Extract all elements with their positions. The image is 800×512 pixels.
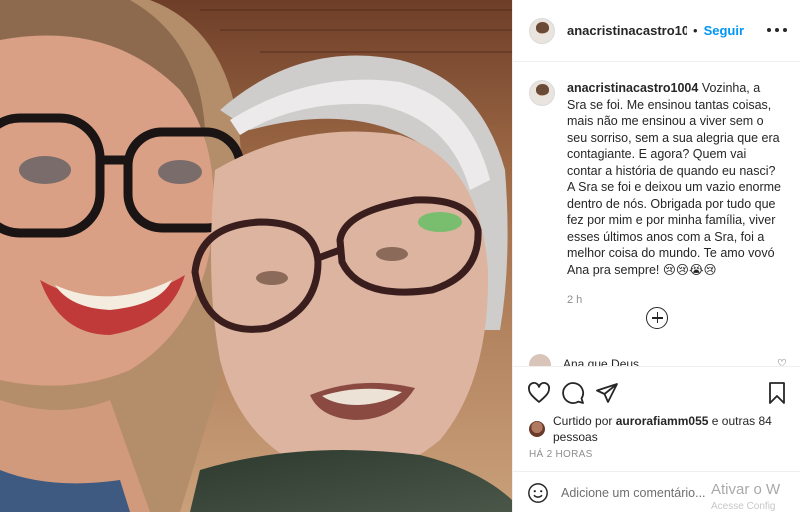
comment-input[interactable]	[561, 485, 711, 500]
caption-timestamp: 2 h	[567, 294, 583, 306]
post-sidebar: anacristinacastro1004 • Seguir anacristi…	[512, 0, 800, 512]
post-photo[interactable]	[0, 0, 512, 512]
paper-plane-icon[interactable]	[595, 381, 619, 405]
author-avatar[interactable]	[529, 17, 555, 44]
bookmark-icon[interactable]	[765, 381, 789, 405]
post-header: anacristinacastro1004 • Seguir	[513, 0, 800, 62]
comment-heart-icon[interactable]: ♡	[777, 354, 789, 366]
activation-watermark: Ativar o W	[711, 481, 781, 498]
plus-circle-icon[interactable]	[646, 307, 668, 329]
comments-section[interactable]: anacristinacastro1004 Vozinha, a Sra se …	[513, 62, 800, 362]
comment-icon[interactable]	[561, 381, 585, 405]
caption-body: anacristinacastro1004 Vozinha, a Sra se …	[567, 80, 783, 309]
post-date: HÁ 2 HORAS	[529, 449, 593, 460]
liker-avatar[interactable]	[529, 421, 545, 437]
author-username[interactable]: anacristinacastro1004	[567, 23, 687, 38]
selfie-illustration	[0, 0, 512, 512]
post-actions: Curtido por aurorafiamm055 e outras 84 p…	[513, 366, 800, 512]
partial-comment: Ana que Deus ♡	[529, 354, 789, 366]
partial-comment-text: Ana que Deus	[563, 357, 640, 366]
likes-prefix: Curtido por	[553, 414, 616, 428]
more-options-icon[interactable]	[767, 22, 787, 38]
likes-summary[interactable]: Curtido por aurorafiamm055 e outras 84 p…	[529, 413, 773, 445]
likes-text: Curtido por aurorafiamm055 e outras 84 p…	[553, 413, 773, 445]
caption-avatar[interactable]	[529, 80, 555, 106]
post-caption: anacristinacastro1004 Vozinha, a Sra se …	[529, 80, 787, 309]
caption-text: Vozinha, a Sra se foi. Me ensinou tantas…	[567, 81, 782, 277]
commenter-avatar[interactable]	[529, 354, 551, 366]
caption-username[interactable]: anacristinacastro1004	[567, 81, 698, 95]
follow-button[interactable]: Seguir	[704, 23, 744, 38]
smiley-icon[interactable]	[527, 482, 549, 504]
activation-watermark-sub: Acesse Config	[711, 501, 776, 512]
liker-username[interactable]: aurorafiamm055	[616, 414, 709, 428]
heart-icon[interactable]	[527, 381, 551, 405]
header-separator: •	[693, 23, 698, 38]
